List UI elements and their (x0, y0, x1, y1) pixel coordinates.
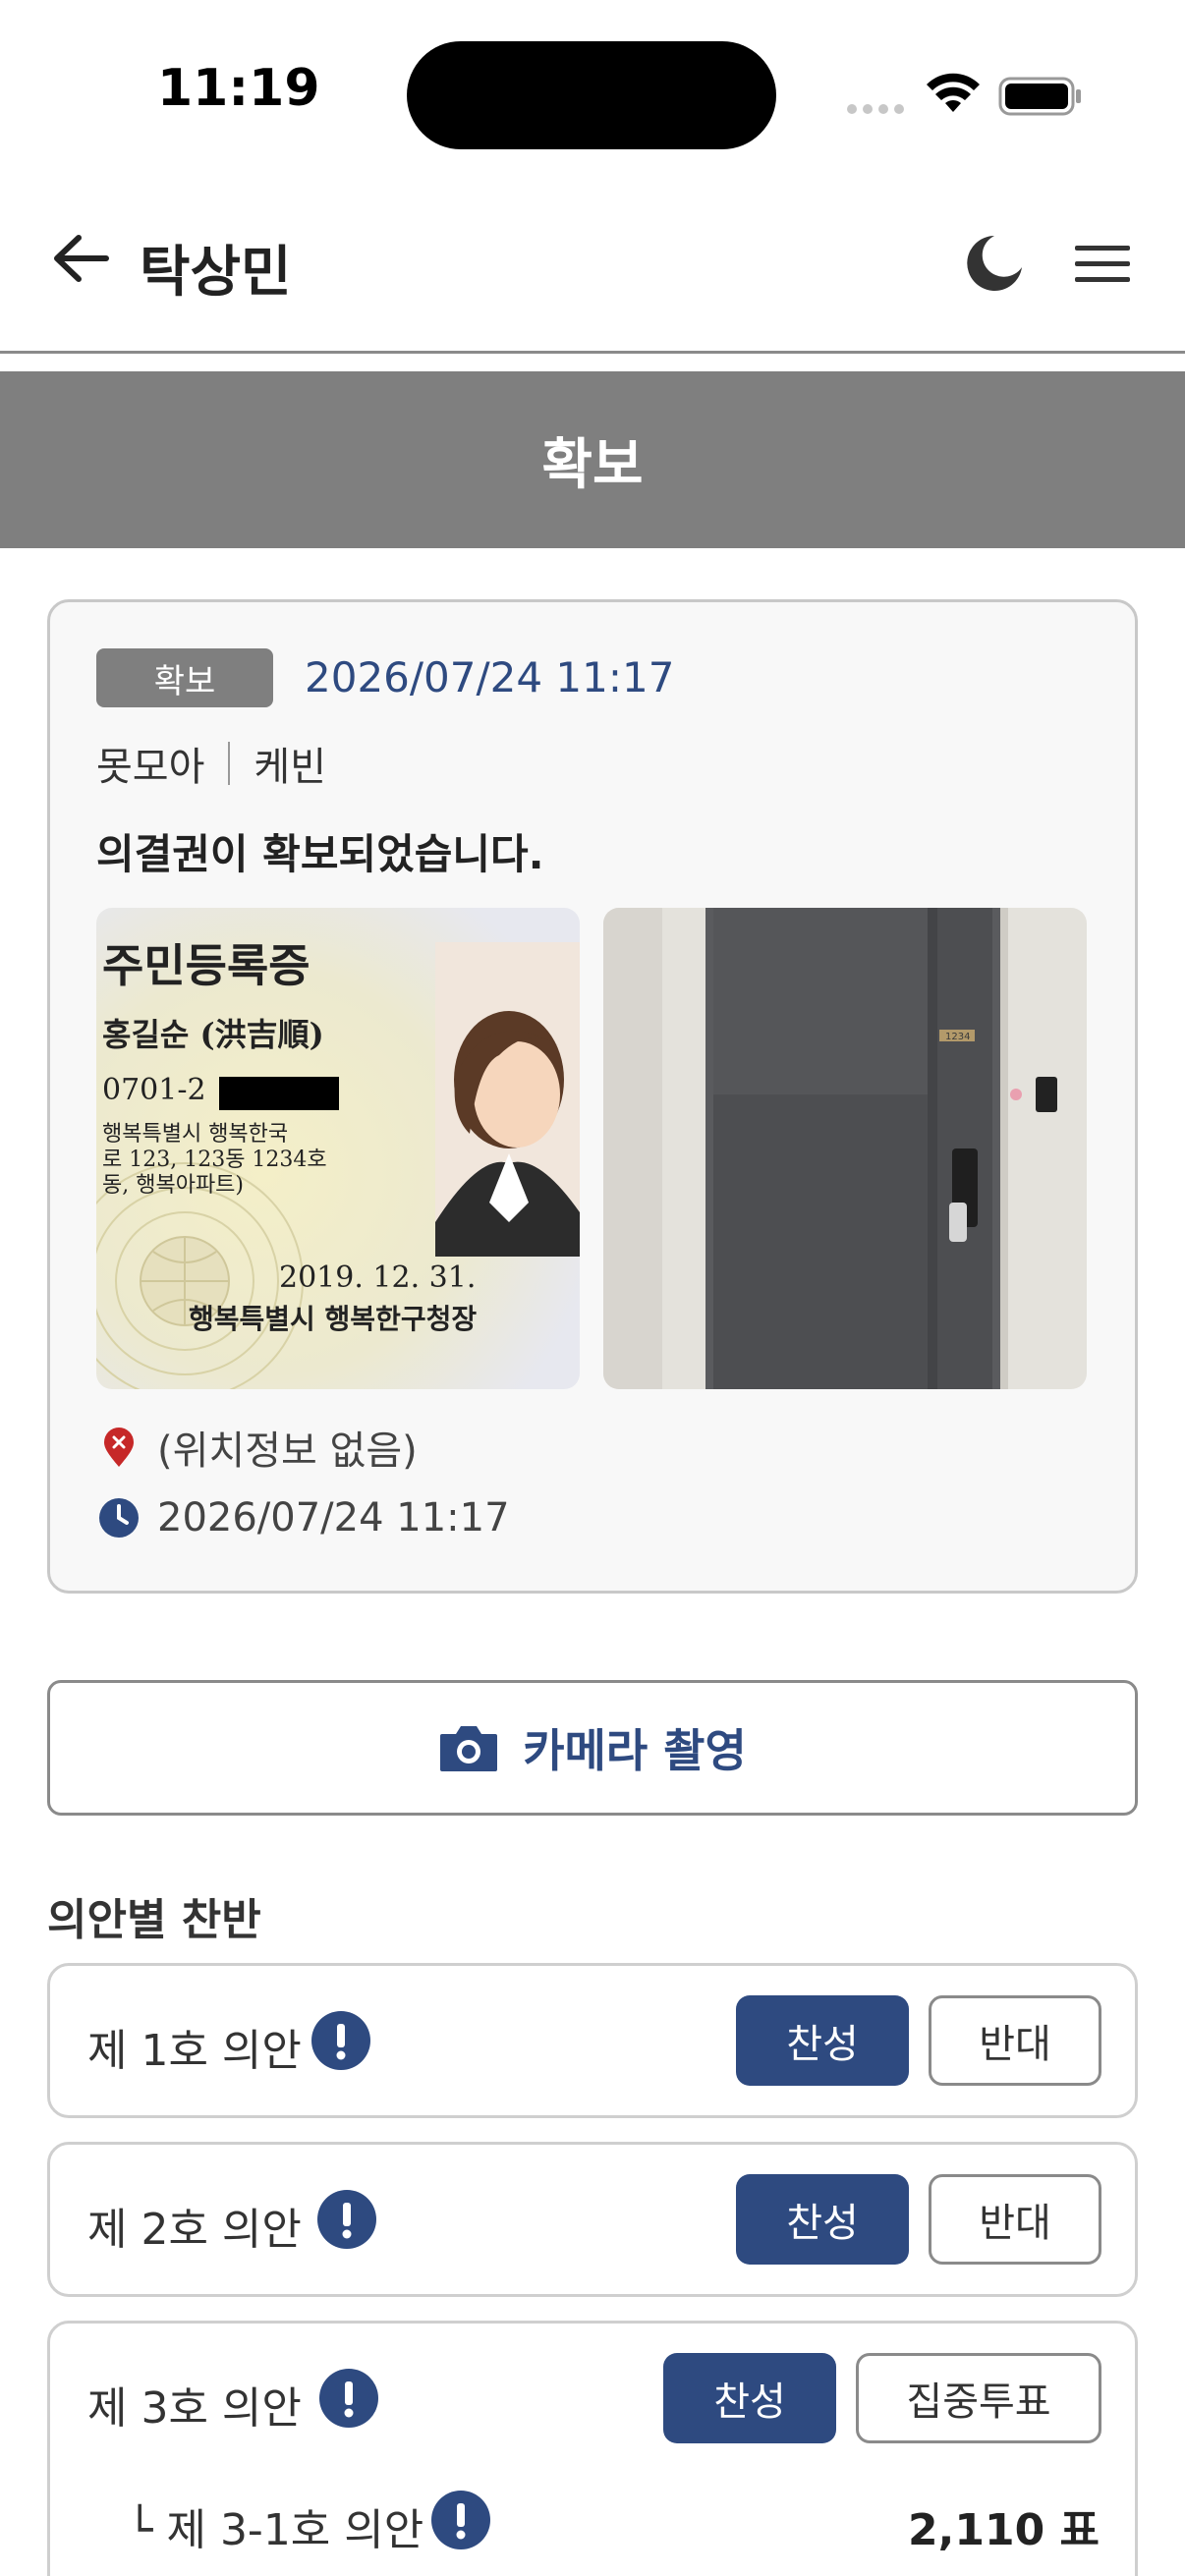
timestamp-row: 2026/07/24 11:17 (98, 1495, 510, 1540)
id-card-number: 0701-2 (102, 1073, 206, 1107)
id-card-address-2: 로 123, 123동 1234호 (102, 1148, 327, 1172)
camera-icon (440, 1726, 498, 1771)
info-icon[interactable] (319, 2369, 378, 2428)
meta-right: 케빈 (254, 745, 327, 790)
status-badge: 확보 (96, 648, 273, 707)
banner-title: 확보 (541, 432, 644, 497)
id-card-title: 주민등록증 (102, 939, 310, 992)
id-card-name: 홍길순 (洪吉順) (102, 1016, 324, 1053)
agenda-row-2: 제 2호 의안 찬성 반대 (47, 2142, 1138, 2297)
timestamp-text: 2026/07/24 11:17 (157, 1495, 510, 1540)
cumulative-vote-button[interactable]: 집중투표 (856, 2353, 1101, 2443)
info-icon[interactable] (311, 2011, 370, 2070)
status-bar: 11:19 (0, 0, 1185, 187)
clock-icon (99, 1498, 139, 1538)
cellular-signal-icon (847, 104, 904, 114)
vote-no-button[interactable]: 반대 (929, 1995, 1101, 2086)
sub-agenda-vote-count: 2,110 표 (908, 2505, 1100, 2555)
page-title: 탁상민 (140, 241, 292, 305)
id-card-photo[interactable]: 주민등록증 홍길순 (洪吉順) 0701-2 행복특별시 행복한국 로 123,… (96, 908, 580, 1389)
camera-button[interactable]: 카메라 촬영 (47, 1680, 1138, 1816)
vote-yes-button[interactable]: 찬성 (663, 2353, 836, 2443)
camera-button-label: 카메라 촬영 (523, 1724, 747, 1777)
meta-divider (228, 742, 231, 785)
sub-agenda-label: └ 제 3-1호 의안 (127, 2505, 424, 2555)
info-icon[interactable] (317, 2190, 376, 2249)
vote-yes-button[interactable]: 찬성 (736, 2174, 909, 2265)
info-icon[interactable] (431, 2491, 490, 2549)
card-message: 의결권이 확보되었습니다. (96, 830, 544, 878)
status-time: 11:19 (157, 59, 320, 118)
dark-mode-moon-icon[interactable] (965, 234, 1024, 293)
battery-icon (998, 77, 1081, 116)
wifi-icon (927, 73, 980, 112)
back-arrow-icon[interactable] (51, 234, 110, 283)
vote-no-button[interactable]: 반대 (929, 2174, 1101, 2265)
card-meta: 못모아 케빈 (96, 735, 326, 792)
id-card-address-1: 행복특별시 행복한국 (102, 1122, 288, 1147)
card-datetime: 2026/07/24 11:17 (305, 653, 675, 701)
agenda-row-3: 제 3호 의안 찬성 집중투표 └ 제 3-1호 의안 2,110 표 (47, 2321, 1138, 2576)
door-image: 1234 (603, 908, 1087, 1389)
vote-yes-button[interactable]: 찬성 (736, 1995, 909, 2086)
agenda-label: 제 3호 의안 (87, 2383, 302, 2434)
meta-left: 못모아 (96, 745, 205, 790)
section-title: 의안별 찬반 (47, 1895, 261, 1945)
agenda-row-1: 제 1호 의안 찬성 반대 (47, 1963, 1138, 2118)
status-banner: 확보 (0, 371, 1185, 548)
id-number-redaction (219, 1077, 339, 1110)
location-text: (위치정보 없음) (157, 1428, 418, 1474)
agenda-label: 제 1호 의안 (87, 2026, 302, 2076)
location-pin-icon (104, 1428, 134, 1467)
id-card-issuer: 행복특별시 행복한구청장 (189, 1303, 477, 1335)
dynamic-island (407, 41, 776, 149)
door-sign: 1234 (945, 1032, 970, 1042)
id-card-image: 주민등록증 홍길순 (洪吉順) 0701-2 행복특별시 행복한국 로 123,… (96, 908, 580, 1389)
door-photo[interactable]: 1234 (603, 908, 1087, 1389)
location-row: (위치정보 없음) (98, 1419, 418, 1476)
hamburger-menu-icon[interactable] (1075, 244, 1130, 285)
agenda-label: 제 2호 의안 (87, 2205, 302, 2255)
id-card-issue-date: 2019. 12. 31. (279, 1260, 476, 1295)
id-card-address-3: 동, 행복아파트) (102, 1173, 244, 1198)
